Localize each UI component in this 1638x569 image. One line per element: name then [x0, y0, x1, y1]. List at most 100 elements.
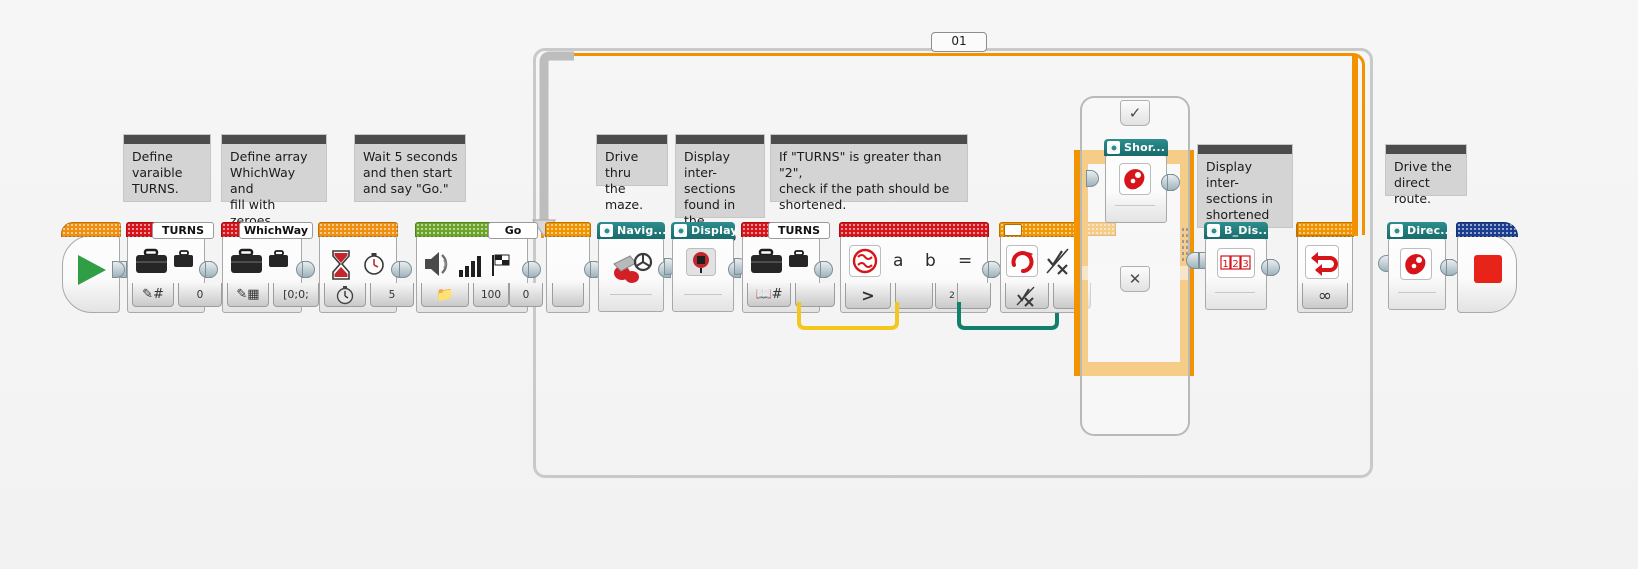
comment-text: If "TURNS" is greater than "2", check if… — [779, 149, 950, 212]
custom-block-label: B_Dis... — [1224, 224, 1272, 237]
block-header — [318, 222, 398, 237]
hourglass-icon — [329, 249, 353, 281]
comment-box[interactable]: Drive the direct route. — [1386, 145, 1466, 206]
stop-square-icon — [1472, 253, 1504, 285]
sound-file-plate[interactable]: Go — [488, 222, 538, 239]
comment-titlebar — [1198, 145, 1292, 154]
loop-header — [545, 222, 591, 237]
mode-selector[interactable]: 📖# — [747, 283, 791, 307]
comment-titlebar — [1386, 145, 1466, 154]
loop-arrow-icon — [1305, 245, 1339, 279]
custom-block-navigate[interactable]: Navig... — [597, 222, 671, 312]
sequence-plug[interactable] — [399, 261, 412, 278]
folder-icon: 📁 — [436, 286, 454, 303]
briefcase-icon — [135, 248, 169, 275]
start-block-header — [61, 222, 121, 237]
gear-icon — [1107, 141, 1120, 154]
read-number-icon: 📖# — [755, 287, 783, 302]
sequence-out-nub[interactable] — [1186, 252, 1199, 269]
comment-text: Define varaible TURNS. — [132, 149, 183, 196]
custom-block-b-display[interactable]: B_Dis... 1 2 3 — [1204, 222, 1274, 310]
comment-text: Wait 5 seconds and then start and say "G… — [363, 149, 458, 196]
sound-block[interactable]: Go 📁 100 0 — [415, 222, 543, 313]
briefcase-small-icon — [789, 250, 809, 269]
comment-box[interactable]: Display inter- sections found in the maz… — [676, 135, 764, 260]
speaker-icon — [422, 249, 456, 279]
custom-block-header[interactable]: Direc... — [1387, 222, 1453, 239]
switch-connector-dots — [1182, 228, 1184, 262]
gear-icon — [600, 224, 613, 237]
stop-block[interactable] — [1456, 222, 1518, 313]
comment-titlebar — [222, 135, 326, 144]
loop-start-segment[interactable] — [545, 222, 597, 313]
comment-box[interactable]: Define array WhichWay and fill with zero… — [222, 135, 326, 228]
custom-block-label: Shor... — [1124, 141, 1166, 154]
custom-block-header[interactable]: Shor... — [1104, 139, 1168, 156]
play-triangle-icon — [76, 253, 108, 287]
loop-mode-selector[interactable]: ∞ — [1302, 283, 1348, 309]
mode-selector[interactable] — [324, 283, 366, 307]
pencil-array-icon: ✎▦ — [236, 287, 260, 302]
loop-mode-slot[interactable] — [552, 283, 584, 307]
mode-selector[interactable]: ✎▦ — [227, 283, 269, 307]
comment-box[interactable]: Drive thru the maze. — [597, 135, 667, 212]
repeat-input[interactable]: 0 — [509, 283, 543, 307]
block-divider — [684, 294, 722, 295]
gear-icon — [1390, 224, 1403, 237]
block-divider — [1115, 205, 1155, 206]
outer-loop-band — [1297, 222, 1357, 236]
comment-titlebar — [597, 135, 667, 144]
wait-seconds-input[interactable]: 5 — [370, 283, 414, 307]
mode-selector[interactable]: ✎# — [132, 283, 174, 307]
briefcase-icon — [230, 248, 264, 275]
custom-block-header[interactable]: B_Dis... — [1204, 222, 1272, 239]
brain-gears-icon — [1400, 248, 1432, 280]
block-header — [1456, 222, 1518, 237]
briefcase-small-icon — [269, 250, 289, 269]
loop-toggle-indicator[interactable] — [1004, 224, 1022, 236]
finish-flag-icon — [490, 253, 516, 277]
comment-box[interactable]: If "TURNS" is greater than "2", check if… — [771, 135, 967, 212]
volume-input[interactable]: 100 — [473, 283, 509, 307]
custom-block-header[interactable]: Navig... — [597, 222, 666, 239]
comment-box[interactable]: Wait 5 seconds and then start and say "G… — [355, 135, 465, 201]
custom-block-shorten[interactable]: Shor... — [1104, 139, 1174, 223]
cross-icon: ✕ — [1128, 270, 1142, 288]
value-input[interactable]: 0 — [178, 283, 222, 307]
custom-block-header[interactable]: Display — [671, 222, 738, 239]
svg-text:2: 2 — [1232, 259, 1238, 270]
variable-name-plate[interactable]: TURNS — [768, 222, 830, 239]
block-header — [839, 222, 989, 237]
variable-name-plate[interactable]: TURNS — [152, 222, 214, 239]
comment-box[interactable]: Define varaible TURNS. — [124, 135, 210, 201]
logic-check-x-icon — [1046, 247, 1072, 275]
gear-icon — [674, 224, 687, 237]
result-label: = — [958, 251, 973, 271]
program-canvas[interactable]: 01 Define varaible TURNS. Define array W… — [0, 0, 1638, 569]
loop-block-logic[interactable] — [999, 222, 1091, 313]
sound-source-selector[interactable]: 📁 — [421, 283, 469, 307]
custom-block-direct[interactable]: Direc... — [1387, 222, 1453, 310]
array-value-input[interactable]: [0;0; — [273, 283, 319, 307]
loop-mode-selector[interactable] — [1005, 283, 1049, 309]
custom-block-display[interactable]: Display — [671, 222, 741, 312]
volume-bars-icon — [459, 255, 485, 277]
loop-block-infinite[interactable]: ∞ — [1296, 222, 1354, 313]
sequence-plug[interactable] — [205, 261, 218, 278]
custom-block-label: Direc... — [1407, 224, 1454, 237]
pencil-number-icon: ✎# — [142, 287, 164, 302]
wait-block[interactable]: 5 — [318, 222, 414, 313]
comment-titlebar — [355, 135, 465, 144]
switch-false-tab[interactable]: ✕ — [1120, 266, 1150, 292]
operand-b-label: b — [925, 251, 936, 271]
switch-true-tab[interactable]: ✓ — [1120, 100, 1150, 126]
sequence-plug[interactable] — [302, 261, 315, 278]
variable-name-plate[interactable]: WhichWay — [239, 222, 313, 239]
display-target-icon — [686, 248, 716, 276]
logic-check-x-icon — [1016, 286, 1035, 307]
comment-titlebar — [676, 135, 764, 144]
variable-write-whichway-block[interactable]: WhichWay ✎▦ [0;0; — [221, 222, 319, 313]
loop-number-label[interactable]: 01 — [931, 32, 987, 52]
comment-box[interactable]: Display inter- sections in shortened pat… — [1198, 145, 1292, 238]
variable-write-turns-block[interactable]: TURNS ✎# 0 — [126, 222, 222, 313]
